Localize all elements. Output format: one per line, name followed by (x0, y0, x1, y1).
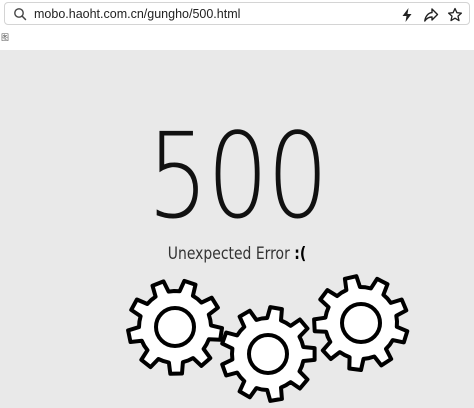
url-text[interactable]: mobo.haoht.com.cn/gungho/500.html (34, 6, 240, 22)
lightning-icon[interactable] (399, 7, 415, 23)
star-icon[interactable] (447, 7, 463, 23)
share-icon[interactable] (423, 7, 439, 23)
broken-image: 图 (1, 33, 9, 42)
gear-icon (312, 274, 410, 372)
browser-toolbar: mobo.haoht.com.cn/gungho/500.html (0, 0, 474, 30)
gear-icon (126, 278, 224, 376)
error-page: 500 Unexpected Error :( (0, 50, 474, 408)
search-icon (14, 8, 27, 21)
gears-illustration (126, 274, 410, 403)
gear-icon (220, 305, 317, 403)
address-bar[interactable]: mobo.haoht.com.cn/gungho/500.html (4, 2, 470, 25)
page-header-strip: 图 (0, 30, 474, 50)
